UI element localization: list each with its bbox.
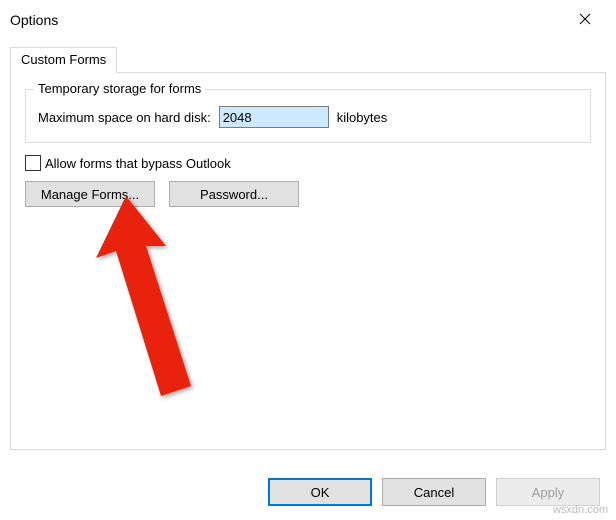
button-row: Manage Forms... Password... (25, 181, 591, 207)
tab-panel: Temporary storage for forms Maximum spac… (10, 72, 606, 450)
close-icon (579, 13, 591, 25)
allow-bypass-label: Allow forms that bypass Outlook (45, 156, 231, 171)
allow-bypass-checkbox[interactable] (25, 155, 41, 171)
apply-button[interactable]: Apply (496, 478, 600, 506)
group-legend: Temporary storage for forms (34, 81, 205, 96)
tab-custom-forms[interactable]: Custom Forms (10, 47, 117, 73)
max-space-input[interactable] (219, 106, 329, 128)
window-title: Options (10, 10, 58, 28)
tabstrip: Custom Forms (10, 47, 606, 73)
manage-forms-button[interactable]: Manage Forms... (25, 181, 155, 207)
password-button[interactable]: Password... (169, 181, 299, 207)
close-button[interactable] (564, 4, 606, 34)
ok-button[interactable]: OK (268, 478, 372, 506)
max-space-label: Maximum space on hard disk: (38, 110, 211, 125)
allow-bypass-row[interactable]: Allow forms that bypass Outlook (25, 155, 591, 171)
cancel-button[interactable]: Cancel (382, 478, 486, 506)
dialog-footer: OK Cancel Apply (268, 478, 600, 506)
titlebar: Options (0, 0, 616, 38)
group-temporary-storage: Temporary storage for forms Maximum spac… (25, 89, 591, 143)
max-space-row: Maximum space on hard disk: kilobytes (38, 106, 578, 128)
max-space-unit: kilobytes (337, 110, 388, 125)
client-area: Custom Forms Temporary storage for forms… (0, 38, 616, 500)
